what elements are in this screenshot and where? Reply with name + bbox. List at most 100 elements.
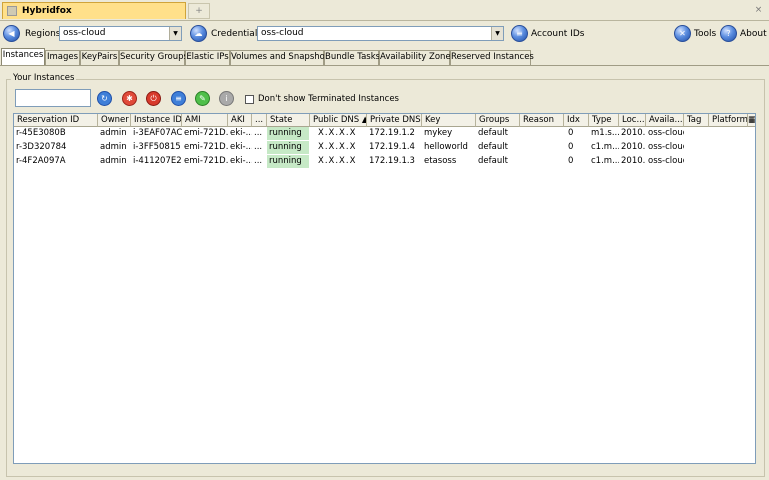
tab-instances[interactable]: Instances — [1, 48, 45, 66]
col-header-reason[interactable]: Reason — [520, 114, 564, 127]
about-button[interactable]: About — [740, 29, 767, 39]
console-output-icon[interactable]: ✎ — [195, 91, 210, 106]
col-header-platform[interactable]: Platform — [709, 114, 748, 127]
regions-select[interactable]: oss-cloud ▼ — [59, 26, 182, 41]
app-tab-title: Hybridfox — [22, 6, 72, 16]
tab-availability-zones[interactable]: Availability Zones — [379, 50, 455, 65]
help-icon[interactable]: ? — [720, 25, 737, 42]
cell-type: c1.m... — [591, 142, 619, 152]
col-header-key[interactable]: Key — [422, 114, 476, 127]
tab-images[interactable]: Images — [45, 50, 80, 65]
cell-instance-id: i-411207E2 — [133, 156, 182, 166]
hybridfox-tab[interactable]: Hybridfox — [2, 2, 186, 19]
cell-key: mykey — [424, 128, 453, 138]
cell-instance-id: i-3EAF07AC — [133, 128, 182, 138]
cell-ari: ... — [254, 128, 263, 138]
col-header-owner[interactable]: Owner — [98, 114, 131, 127]
cell-key: helloworld — [424, 142, 468, 152]
cell-private-dns: 172.19.1.4 — [369, 142, 415, 152]
cell-ari: ... — [254, 142, 263, 152]
cell-tag — [684, 127, 709, 140]
launch-instance-icon[interactable]: ✱ — [122, 91, 137, 106]
cell-key: etasoss — [424, 156, 457, 166]
cell-availability: oss-cloud — [648, 128, 684, 138]
cell-type: m1.s... — [591, 128, 619, 138]
col-header-aki[interactable]: AKI — [228, 114, 252, 127]
cell-groups: default — [478, 156, 508, 166]
col-header-reservation-id[interactable]: Reservation ID — [14, 114, 98, 127]
cell-groups: default — [478, 142, 508, 152]
cell-private-dns: 172.19.1.3 — [369, 156, 415, 166]
new-tab-button[interactable]: + — [188, 3, 210, 19]
cell-idx: 0 — [568, 128, 574, 138]
col-header-instance-id[interactable]: Instance ID — [131, 114, 182, 127]
refresh-icon[interactable]: ↻ — [97, 91, 112, 106]
cell-owner: admin — [100, 142, 127, 152]
cell-state: running — [267, 155, 309, 168]
tab-bundle-tasks[interactable]: Bundle Tasks — [324, 50, 380, 65]
tools-icon[interactable]: ✕ — [674, 25, 691, 42]
cell-public-dns: X.X.X.X — [318, 142, 357, 152]
chevron-down-icon[interactable]: ▼ — [491, 27, 503, 40]
cell-aki: eki-... — [230, 142, 252, 152]
tab-security-groups[interactable]: Security Groups — [119, 50, 188, 65]
col-header-private-dns[interactable]: Private DNS — [367, 114, 422, 127]
cell-ami: emi-721D... — [184, 156, 228, 166]
cell-public-dns: X.X.X.X — [318, 156, 357, 166]
tab-volumes-snapshots[interactable]: Volumes and Snapshots — [230, 50, 333, 65]
cell-ami: emi-721D... — [184, 142, 228, 152]
cell-public-dns: X.X.X.X — [318, 128, 357, 138]
tab-divider — [0, 65, 769, 66]
col-header-state[interactable]: State — [267, 114, 310, 127]
col-header-idx[interactable]: Idx — [564, 114, 589, 127]
cell-instance-id: i-3FF50815 — [133, 142, 181, 152]
cell-availability: oss-cloud — [648, 142, 684, 152]
terminate-icon[interactable]: ⏻ — [146, 91, 161, 106]
col-header-ami[interactable]: AMI — [182, 114, 228, 127]
group-title: Your Instances — [11, 73, 77, 83]
cell-reason — [520, 141, 564, 154]
cell-platform — [709, 155, 748, 168]
tab-keypairs[interactable]: KeyPairs — [80, 50, 119, 65]
cell-ami: emi-721D... — [184, 128, 228, 138]
cell-reservation-id: r-3D320784 — [16, 142, 67, 152]
cell-platform — [709, 127, 748, 140]
instances-table[interactable]: Reservation ID Owner Instance ID AMI AKI… — [13, 113, 756, 464]
credentials-select[interactable]: oss-cloud ▼ — [257, 26, 504, 41]
regions-value: oss-cloud — [63, 28, 106, 38]
cell-platform — [709, 141, 748, 154]
account-ids-icon[interactable]: ≡ — [511, 25, 528, 42]
col-header-ari[interactable]: ... — [252, 114, 267, 127]
cell-reason — [520, 127, 564, 140]
cell-private-dns: 172.19.1.2 — [369, 128, 415, 138]
chevron-down-icon[interactable]: ▼ — [169, 27, 181, 40]
close-tab-button[interactable]: × — [752, 3, 765, 17]
search-input[interactable] — [15, 89, 91, 107]
col-header-availability[interactable]: Availa... — [646, 114, 684, 127]
cell-idx: 0 — [568, 156, 574, 166]
hide-terminated-checkbox[interactable] — [245, 95, 254, 104]
cell-aki: eki-... — [230, 156, 252, 166]
regions-label: Regions — [25, 29, 61, 39]
cell-aki: eki-... — [230, 128, 252, 138]
cell-type: c1.m... — [591, 156, 619, 166]
globe-icon[interactable]: ◀ — [3, 25, 20, 42]
account-ids-button[interactable]: Account IDs — [531, 29, 584, 39]
cell-reservation-id: r-4F2A097A — [16, 156, 66, 166]
col-header-type[interactable]: Type — [589, 114, 619, 127]
column-picker-icon[interactable]: ▦ — [748, 114, 755, 127]
col-header-groups[interactable]: Groups — [476, 114, 520, 127]
reboot-icon[interactable]: ≡ — [171, 91, 186, 106]
cell-ari: ... — [254, 156, 263, 166]
col-header-tag[interactable]: Tag — [684, 114, 709, 127]
tab-reserved-instances[interactable]: Reserved Instances — [450, 50, 534, 65]
tools-button[interactable]: Tools — [694, 29, 716, 39]
tab-elastic-ips[interactable]: Elastic IPs — [185, 50, 230, 65]
col-header-location[interactable]: Loc... — [619, 114, 646, 127]
cloud-icon[interactable]: ☁ — [190, 25, 207, 42]
info-icon[interactable]: i — [219, 91, 234, 106]
credentials-label: Credentials — [211, 29, 263, 39]
col-header-public-dns[interactable]: Public DNS ▲ — [310, 114, 367, 127]
cell-groups: default — [478, 128, 508, 138]
cell-reservation-id: r-45E3080B — [16, 128, 66, 138]
